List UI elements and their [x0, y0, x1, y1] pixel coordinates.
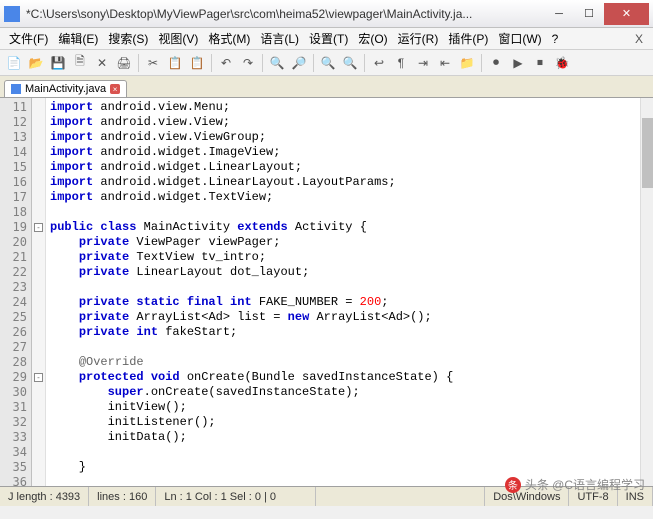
window-title: *C:\Users\sony\Desktop\MyViewPager\src\c… [26, 7, 544, 21]
tab-close-icon[interactable]: × [110, 84, 120, 94]
title-bar: *C:\Users\sony\Desktop\MyViewPager\src\c… [0, 0, 653, 28]
macro-stop-button[interactable]: ⏹ [530, 53, 550, 73]
watermark: 条 头条 @C语言编程学习 [505, 476, 645, 493]
toolbar-separator [481, 54, 482, 72]
toolbar-separator [364, 54, 365, 72]
save-button[interactable]: 💾 [48, 53, 68, 73]
code-editor[interactable]: 1112131415161718192021222324252627282930… [0, 98, 653, 486]
menu-close-icon[interactable]: X [629, 32, 649, 46]
save-all-button[interactable]: 🗎 [70, 53, 90, 73]
menu-item[interactable]: ? [547, 32, 564, 46]
file-type-icon [11, 84, 21, 94]
replace-button[interactable]: 🔎 [289, 53, 309, 73]
paste-button[interactable]: 📋 [187, 53, 207, 73]
line-number-gutter: 1112131415161718192021222324252627282930… [0, 98, 32, 486]
code-area[interactable]: import android.view.Menu; import android… [46, 98, 653, 486]
macro-play-button[interactable]: ▶ [508, 53, 528, 73]
indent-button[interactable]: ⇥ [413, 53, 433, 73]
toolbar-separator [262, 54, 263, 72]
menu-bar: 文件(F)编辑(E)搜索(S)视图(V)格式(M)语言(L)设置(T)宏(O)运… [0, 28, 653, 50]
copy-button[interactable]: 📋 [165, 53, 185, 73]
folder-button[interactable]: 📁 [457, 53, 477, 73]
watermark-text: 头条 @C语言编程学习 [525, 476, 645, 493]
file-tab[interactable]: MainActivity.java × [4, 80, 127, 97]
zoom-in-button[interactable]: 🔍 [318, 53, 338, 73]
menu-item[interactable]: 编辑(E) [53, 32, 103, 46]
zoom-out-button[interactable]: 🔍 [340, 53, 360, 73]
undo-button[interactable]: ↶ [216, 53, 236, 73]
open-file-button[interactable]: 📂 [26, 53, 46, 73]
toolbar-separator [313, 54, 314, 72]
menu-item[interactable]: 窗口(W) [493, 32, 546, 46]
redo-button[interactable]: ↷ [238, 53, 258, 73]
fold-toggle[interactable]: - [34, 373, 43, 382]
minimize-button[interactable]: ─ [544, 3, 574, 25]
maximize-button[interactable]: ☐ [574, 3, 604, 25]
fold-column[interactable]: -- [32, 98, 46, 486]
fold-toggle[interactable]: - [34, 223, 43, 232]
debug-button[interactable]: 🐞 [552, 53, 572, 73]
new-file-button[interactable]: 📄 [4, 53, 24, 73]
toolbar-separator [138, 54, 139, 72]
print-button[interactable]: 🖨 [114, 53, 134, 73]
toolbar: 📄 📂 💾 🗎 ✕ 🖨 ✂ 📋 📋 ↶ ↷ 🔍 🔎 🔍 🔍 ↩ ¶ ⇥ ⇤ 📁 … [0, 50, 653, 76]
toolbar-separator [211, 54, 212, 72]
cut-button[interactable]: ✂ [143, 53, 163, 73]
menu-item[interactable]: 设置(T) [304, 32, 353, 46]
menu-item[interactable]: 搜索(S) [103, 32, 153, 46]
close-button[interactable]: ✕ [604, 3, 649, 25]
scrollbar-thumb[interactable] [642, 118, 653, 188]
watermark-icon: 条 [505, 477, 521, 493]
status-length: J length : 4393 [0, 487, 89, 506]
word-wrap-button[interactable]: ↩ [369, 53, 389, 73]
outdent-button[interactable]: ⇤ [435, 53, 455, 73]
menu-item[interactable]: 插件(P) [443, 32, 493, 46]
macro-record-button[interactable]: ⏺ [486, 53, 506, 73]
menu-item[interactable]: 运行(R) [393, 32, 444, 46]
tab-label: MainActivity.java [25, 83, 106, 95]
menu-item[interactable]: 视图(V) [153, 32, 203, 46]
status-lines: lines : 160 [89, 487, 156, 506]
app-icon [4, 6, 20, 22]
tab-bar: MainActivity.java × [0, 76, 653, 98]
close-file-button[interactable]: ✕ [92, 53, 112, 73]
menu-item[interactable]: 宏(O) [353, 32, 392, 46]
find-button[interactable]: 🔍 [267, 53, 287, 73]
menu-item[interactable]: 文件(F) [4, 32, 53, 46]
status-position: Ln : 1 Col : 1 Sel : 0 | 0 [156, 487, 316, 506]
show-hidden-button[interactable]: ¶ [391, 53, 411, 73]
menu-item[interactable]: 语言(L) [255, 32, 304, 46]
menu-item[interactable]: 格式(M) [203, 32, 255, 46]
vertical-scrollbar[interactable] [640, 98, 653, 486]
status-spacer [316, 487, 485, 506]
